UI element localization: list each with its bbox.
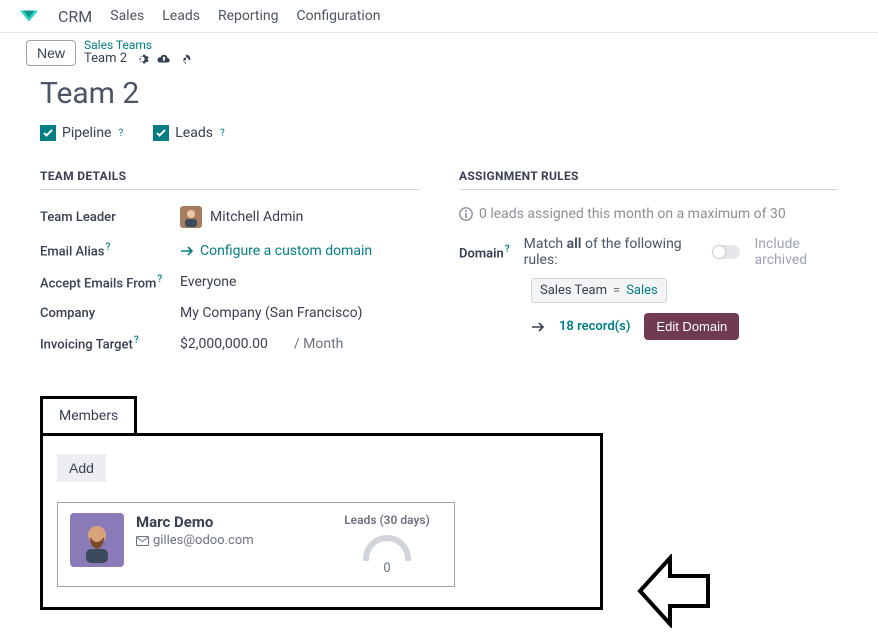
breadcrumb-current: Team 2	[84, 52, 127, 66]
accept-emails-value[interactable]: Everyone	[180, 274, 236, 290]
nav-sales[interactable]: Sales	[110, 8, 144, 24]
gear-icon[interactable]	[135, 52, 149, 66]
cloud-upload-icon[interactable]	[157, 52, 171, 66]
invoicing-target-value[interactable]: $2,000,000.00 / Month	[180, 336, 343, 352]
leads-label: Leads	[175, 125, 213, 141]
leads-check: Leads?	[153, 125, 224, 141]
pipeline-checkbox[interactable]	[40, 125, 56, 141]
nav-reporting[interactable]: Reporting	[218, 8, 279, 24]
undo-icon[interactable]	[179, 52, 193, 66]
help-icon[interactable]: ?	[157, 274, 162, 285]
domain-match-text: Match all of the following rules:	[524, 236, 685, 268]
pipeline-check: Pipeline?	[40, 125, 123, 141]
configure-domain-link[interactable]: Configure a custom domain	[180, 243, 372, 259]
avatar-icon	[74, 517, 120, 563]
help-icon[interactable]: ?	[134, 335, 139, 346]
member-stats: Leads (30 days) 0	[332, 513, 442, 576]
arrow-right-icon	[180, 246, 194, 256]
invoicing-unit: / Month	[294, 336, 343, 352]
rule-op: =	[613, 283, 620, 298]
envelope-icon	[136, 536, 149, 546]
rule-value: Sales	[626, 283, 658, 298]
breadcrumb: Sales Teams Team 2	[84, 39, 193, 66]
company-value[interactable]: My Company (San Francisco)	[180, 305, 362, 321]
assignment-info: 0 leads assigned this month on a maximum…	[459, 206, 838, 222]
info-icon	[459, 207, 473, 221]
help-icon[interactable]: ?	[119, 128, 124, 139]
tab-members[interactable]: Members	[43, 399, 134, 433]
section-title-assign: ASSIGNMENT RULES	[459, 169, 838, 190]
team-details-section: TEAM DETAILS Team Leader Mitchell Admin …	[40, 169, 419, 366]
invoicing-target-label: Invoicing Target?	[40, 335, 180, 352]
arrow-right-icon	[531, 322, 545, 332]
gauge-icon	[360, 533, 414, 561]
feature-checks: Pipeline? Leads?	[40, 125, 838, 141]
help-icon[interactable]: ?	[505, 244, 510, 255]
form-view: Team 2 Pipeline? Leads? TEAM DETAILS Tea…	[0, 76, 878, 640]
help-icon[interactable]: ?	[105, 242, 110, 253]
nav-configuration[interactable]: Configuration	[297, 8, 381, 24]
team-leader-name: Mitchell Admin	[210, 209, 303, 225]
leads-checkbox[interactable]	[153, 125, 169, 141]
stats-value: 0	[332, 561, 442, 576]
page-title: Team 2	[40, 76, 838, 111]
domain-rule-tag[interactable]: Sales Team = Sales	[531, 278, 667, 303]
rule-field: Sales Team	[540, 283, 607, 298]
records-link[interactable]: 18 record(s)	[559, 319, 630, 334]
avatar-icon	[180, 206, 202, 228]
callout-arrow-icon	[636, 554, 710, 628]
new-button[interactable]: New	[26, 40, 76, 66]
member-card[interactable]: Marc Demo gilles@odoo.com Leads (30 days…	[57, 502, 455, 587]
pipeline-label: Pipeline	[62, 125, 112, 141]
stats-label: Leads (30 days)	[332, 513, 442, 527]
email-alias-label: Email Alias?	[40, 242, 180, 259]
top-nav: CRM Sales Leads Reporting Configuration	[0, 0, 878, 33]
team-leader-value[interactable]: Mitchell Admin	[180, 206, 303, 228]
team-leader-label: Team Leader	[40, 210, 180, 225]
app-name[interactable]: CRM	[58, 7, 92, 26]
app-logo-icon	[18, 6, 40, 26]
members-panel: Add Marc Demo gilles@odoo.com	[40, 433, 603, 610]
member-name: Marc Demo	[136, 513, 320, 531]
assignment-rules-section: ASSIGNMENT RULES 0 leads assigned this m…	[459, 169, 838, 366]
nav-leads[interactable]: Leads	[162, 8, 200, 24]
member-info: Marc Demo gilles@odoo.com	[136, 513, 320, 548]
include-archived-label: Include archived	[754, 236, 838, 268]
edit-domain-button[interactable]: Edit Domain	[644, 313, 739, 340]
add-member-button[interactable]: Add	[57, 454, 106, 482]
company-label: Company	[40, 306, 180, 321]
domain-label: Domain?	[459, 244, 510, 261]
tab-highlight: Members	[40, 396, 137, 433]
include-archived-toggle[interactable]	[712, 245, 740, 259]
accept-emails-label: Accept Emails From?	[40, 274, 180, 291]
members-area: Members Add Marc Demo gilles@	[40, 396, 838, 610]
help-icon[interactable]: ?	[220, 128, 225, 139]
member-avatar	[70, 513, 124, 567]
member-email: gilles@odoo.com	[136, 533, 320, 548]
breadcrumb-bar: New Sales Teams Team 2	[0, 33, 878, 76]
section-title-team: TEAM DETAILS	[40, 169, 419, 190]
